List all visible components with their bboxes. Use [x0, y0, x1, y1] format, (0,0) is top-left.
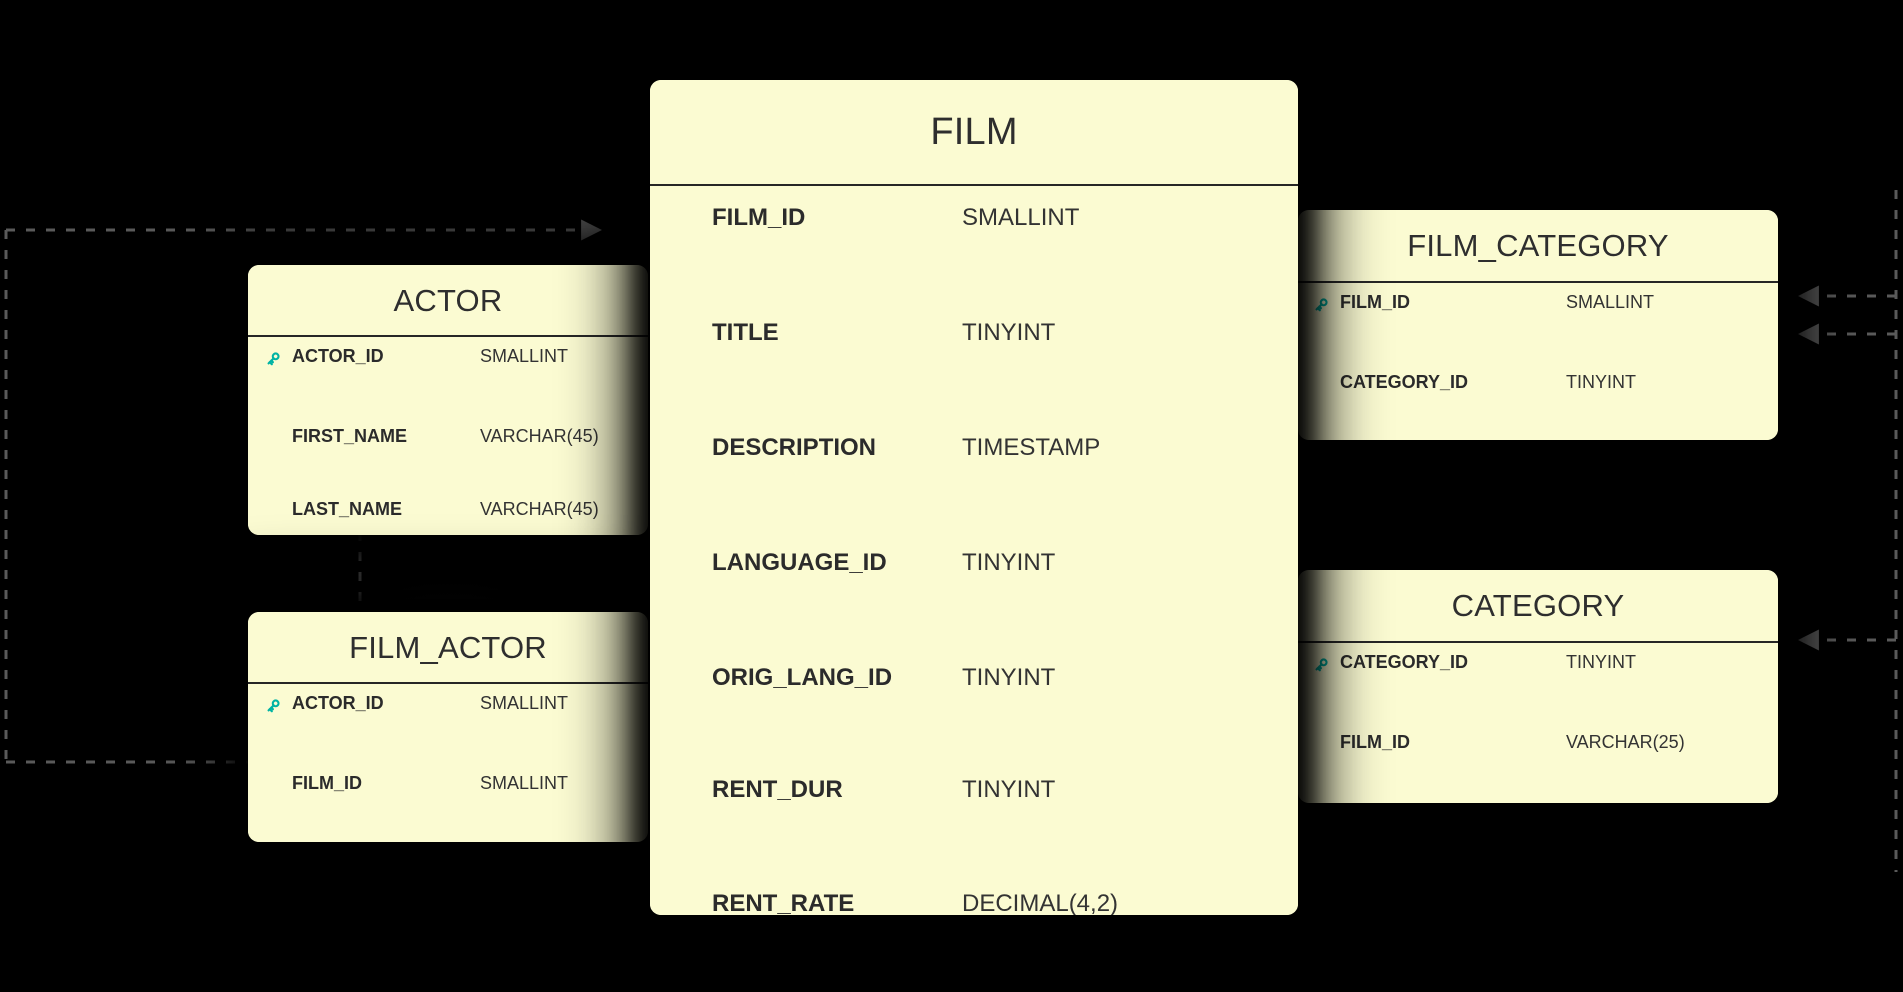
attr-row[interactable]: RENT_RATE DECIMAL(4,2) — [650, 528, 1298, 915]
entity-actor-body: ACTOR_ID SMALLINT FIRST_NAME VARCHAR(45)… — [248, 337, 648, 535]
attr-row[interactable]: SPECIAL_FEATU VARCHAR(256) — [650, 756, 1298, 813]
attr-type: SMALLINT — [480, 346, 569, 366]
attr-row[interactable]: LAST_UPDATE TIMESTAMP — [248, 764, 648, 801]
attr-type: TINYINT — [1566, 652, 1636, 672]
entity-film-actor[interactable]: FILM_ACTOR ACTOR_ID SMALLINT FILM_ID SMA… — [248, 612, 648, 842]
entity-film[interactable]: FILM FILM_ID SMALLINT TITLE TINYINT DESC… — [650, 80, 1298, 915]
attr-row[interactable]: FILM_ID VARCHAR(25) — [1298, 686, 1778, 752]
entity-film-title: FILM — [930, 111, 1018, 153]
attr-row[interactable]: LAST_UPDATE TIMESTAMP — [1298, 363, 1778, 400]
attr-row[interactable]: DESCRIPTION TIMESTAMP — [650, 300, 1298, 461]
attr-row[interactable]: FILM_ID SMALLINT — [650, 186, 1298, 243]
attr-row[interactable]: TITLE TINYINT — [650, 243, 1298, 346]
attr-row[interactable]: FIRST_NAME VARCHAR(45) — [248, 380, 648, 446]
attr-row[interactable]: ACTOR_ID SMALLINT — [248, 684, 648, 727]
entity-film-category-header: FILM_CATEGORY — [1298, 210, 1778, 283]
attr-row[interactable]: LAST_NAME VARCHAR(45) — [248, 417, 648, 519]
entity-actor-header: ACTOR — [248, 265, 648, 337]
attr-row[interactable]: FILM_ID SMALLINT — [1298, 283, 1778, 326]
attr-row[interactable]: RENT_DUR TINYINT — [650, 471, 1298, 803]
attr-type: SMALLINT — [962, 204, 1080, 231]
attr-name: LAST_NAME — [292, 499, 403, 519]
attr-row[interactable]: LAST_UPDATE TIMESTAMP — [248, 454, 648, 491]
er-diagram-canvas: ACTOR ACTOR_ID SMALLINT FIRST_NAME VARCH… — [0, 0, 1903, 992]
attr-row[interactable]: LANGUAGE_ID TINYINT — [650, 357, 1298, 576]
attr-type: SMALLINT — [480, 693, 569, 713]
attr-type: SMALLINT — [1566, 292, 1655, 312]
entity-film-category-title: FILM_CATEGORY — [1407, 228, 1669, 263]
attr-type: DECIMAL(4,2) — [962, 890, 1119, 915]
attr-row[interactable]: LAST_UPDATE TIMESTAMP — [650, 813, 1298, 870]
attr-row[interactable]: FILM_ID SMALLINT — [248, 727, 648, 793]
attr-row[interactable]: LENGTH SMALLINT — [650, 585, 1298, 642]
primary-key-icon — [262, 348, 284, 370]
attr-name: FILM_ID — [712, 204, 806, 231]
attr-name: CATEGORY_ID — [1340, 652, 1469, 672]
attr-type: VARCHAR(45) — [480, 499, 599, 519]
primary-key-icon — [1310, 654, 1332, 676]
attr-name: FILM_ID — [1340, 292, 1410, 312]
entity-film-body: FILM_ID SMALLINT TITLE TINYINT DESCRIPTI… — [650, 186, 1298, 915]
entity-film-category[interactable]: FILM_CATEGORY FILM_ID SMALLINT CATEGORY_… — [1298, 210, 1778, 440]
attr-name: RENT_RATE — [712, 890, 855, 915]
entity-actor-title: ACTOR — [393, 282, 503, 318]
attr-row[interactable]: LAST_UPDATE TIMESTAMP — [1298, 723, 1778, 760]
attr-row[interactable]: CATEGORY_ID TINYINT — [1298, 326, 1778, 392]
attr-row[interactable]: ACTOR_ID SMALLINT — [248, 337, 648, 380]
attr-name: ACTOR_ID — [292, 346, 384, 366]
primary-key-icon — [262, 695, 284, 717]
entity-film-header: FILM — [650, 80, 1298, 186]
entity-category-header: CATEGORY — [1298, 570, 1778, 643]
attr-row[interactable]: REPL_COST DECIMAL(5,2) — [650, 642, 1298, 699]
entity-film-actor-title: FILM_ACTOR — [349, 629, 547, 665]
entity-film-actor-body: ACTOR_ID SMALLINT FILM_ID SMALLINT LAST_… — [248, 684, 648, 842]
attr-row[interactable]: CATEGORY_ID TINYINT — [1298, 643, 1778, 686]
entity-film-actor-header: FILM_ACTOR — [248, 612, 648, 684]
entity-category[interactable]: CATEGORY CATEGORY_ID TINYINT FILM_ID VAR… — [1298, 570, 1778, 803]
entity-actor[interactable]: ACTOR ACTOR_ID SMALLINT FIRST_NAME VARCH… — [248, 265, 648, 535]
primary-key-icon — [1310, 294, 1332, 316]
entity-category-body: CATEGORY_ID TINYINT FILM_ID VARCHAR(25) … — [1298, 643, 1778, 803]
attr-row[interactable]: RATING ENUM — [650, 699, 1298, 756]
entity-category-title: CATEGORY — [1451, 588, 1625, 623]
entity-film-category-body: FILM_ID SMALLINT CATEGORY_ID TINYINT LAS… — [1298, 283, 1778, 440]
attr-name: ACTOR_ID — [292, 693, 384, 713]
attr-row[interactable]: ORIG_LANG_ID TINYINT — [650, 414, 1298, 691]
